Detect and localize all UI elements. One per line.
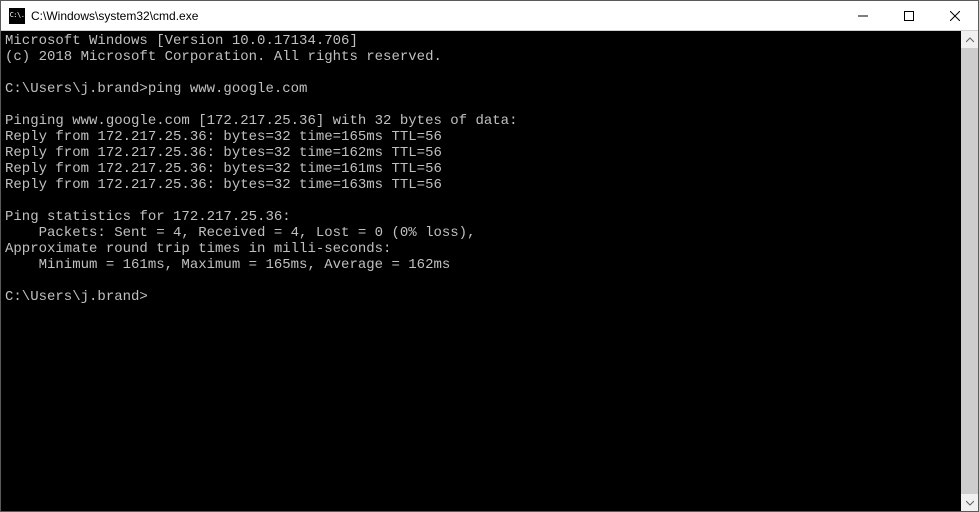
window-title: C:\Windows\system32\cmd.exe	[31, 9, 840, 23]
terminal-output[interactable]: Microsoft Windows [Version 10.0.17134.70…	[1, 31, 961, 511]
terminal-line: Reply from 172.217.25.36: bytes=32 time=…	[5, 145, 961, 161]
scroll-track[interactable]	[961, 48, 978, 494]
chevron-down-icon	[966, 499, 974, 507]
terminal-line: Ping statistics for 172.217.25.36:	[5, 209, 961, 225]
window-titlebar: C:\. C:\Windows\system32\cmd.exe	[1, 1, 978, 31]
terminal-line: (c) 2018 Microsoft Corporation. All righ…	[5, 49, 961, 65]
terminal-line	[5, 65, 961, 81]
window-controls	[840, 1, 978, 30]
terminal-line: C:\Users\j.brand>	[5, 289, 961, 305]
close-icon	[950, 11, 960, 21]
terminal-line: Pinging www.google.com [172.217.25.36] w…	[5, 113, 961, 129]
scroll-thumb[interactable]	[961, 48, 978, 494]
terminal-line: C:\Users\j.brand>ping www.google.com	[5, 81, 961, 97]
terminal-line: Reply from 172.217.25.36: bytes=32 time=…	[5, 161, 961, 177]
terminal-line: Microsoft Windows [Version 10.0.17134.70…	[5, 33, 961, 49]
terminal-line: Reply from 172.217.25.36: bytes=32 time=…	[5, 177, 961, 193]
cmd-icon-text: C:\.	[10, 12, 25, 19]
minimize-button[interactable]	[840, 1, 886, 30]
scroll-up-button[interactable]	[961, 31, 978, 48]
cmd-icon: C:\.	[9, 8, 25, 24]
terminal-line	[5, 193, 961, 209]
terminal-line: Reply from 172.217.25.36: bytes=32 time=…	[5, 129, 961, 145]
scroll-down-button[interactable]	[961, 494, 978, 511]
minimize-icon	[858, 11, 868, 21]
chevron-up-icon	[966, 36, 974, 44]
terminal-line	[5, 97, 961, 113]
vertical-scrollbar[interactable]	[961, 31, 978, 511]
close-button[interactable]	[932, 1, 978, 30]
terminal-line	[5, 273, 961, 289]
terminal-line: Approximate round trip times in milli-se…	[5, 241, 961, 257]
maximize-icon	[904, 11, 914, 21]
terminal-line: Packets: Sent = 4, Received = 4, Lost = …	[5, 225, 961, 241]
terminal-line: Minimum = 161ms, Maximum = 165ms, Averag…	[5, 257, 961, 273]
maximize-button[interactable]	[886, 1, 932, 30]
terminal-container: Microsoft Windows [Version 10.0.17134.70…	[1, 31, 978, 511]
